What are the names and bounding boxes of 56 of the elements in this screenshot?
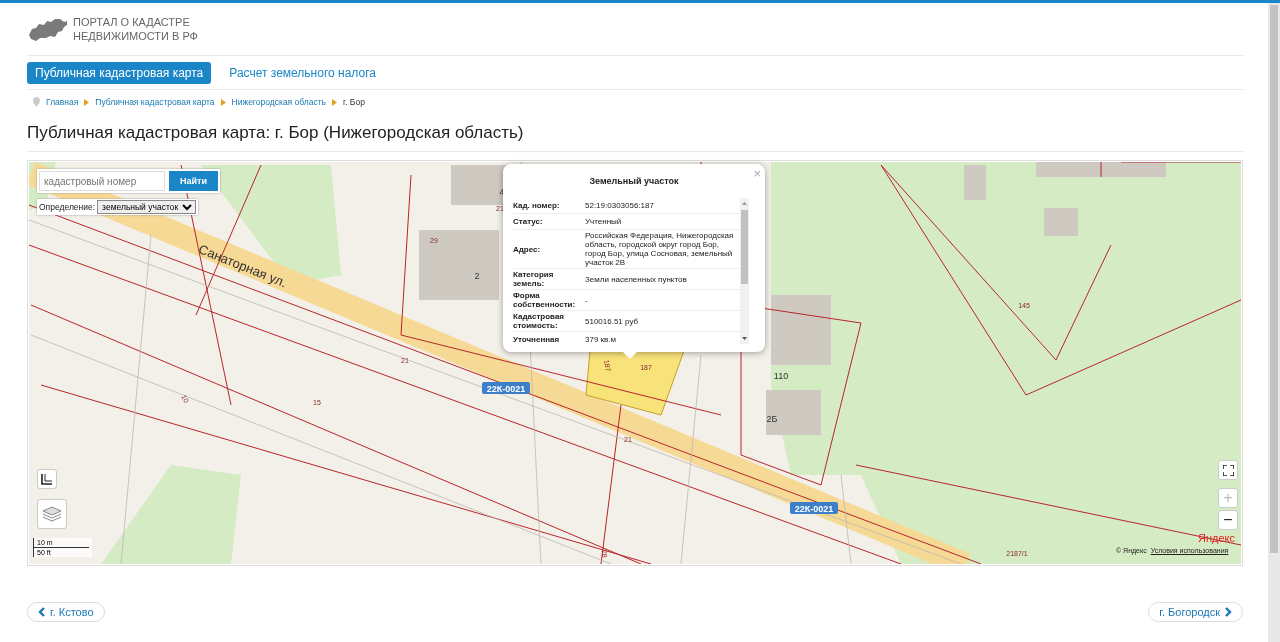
field-label: Адрес:	[513, 244, 542, 254]
field-value: Российская Федерация, Нижегородская область, городской округ город Бор, город Бор, улица Сосновая, земельный участок 2В	[585, 231, 735, 267]
chevron-right-icon	[332, 98, 338, 106]
previous-city-button[interactable]: г. Кстово	[27, 602, 105, 622]
field-label: Уточненная	[513, 335, 561, 344]
definition-label: Определение:	[39, 202, 96, 212]
breadcrumb-link[interactable]: Главная	[46, 97, 79, 107]
page-title: Публичная кадастровая карта: г. Бор (Нижегородская область)	[27, 123, 1243, 152]
field-label: Кад. номер:	[513, 201, 561, 210]
road-number-sign: 22К-0021	[482, 382, 530, 394]
nav-tab[interactable]: Расчет земельного налога	[221, 62, 384, 84]
field-value: 379 кв.м	[585, 335, 618, 344]
building	[1044, 208, 1078, 236]
chevron-right-icon	[84, 98, 90, 106]
ruler-icon	[41, 473, 53, 485]
field-value: Земли населенных пунктов	[585, 274, 688, 284]
layers-icon	[42, 506, 62, 522]
layers-button[interactable]	[37, 499, 67, 529]
building-number: 2	[474, 271, 480, 281]
location-pin-icon	[33, 97, 40, 107]
breadcrumb-link[interactable]: Публичная кадастровая карта	[95, 97, 215, 107]
field-value: 52:19:0303056:187	[585, 201, 655, 210]
building	[964, 165, 986, 200]
field-value: 510016.51 руб	[585, 316, 640, 326]
field-value: -	[585, 295, 589, 305]
find-button[interactable]: Найти	[169, 171, 218, 191]
nav-tab[interactable]: Публичная кадастровая карта	[27, 62, 212, 84]
scroll-down-icon[interactable]	[741, 336, 748, 342]
chevron-right-icon	[220, 98, 226, 106]
portal-title: ПОРТАЛ О КАДАСТРЕ НЕДВИЖИМОСТИ В РФ	[73, 15, 198, 43]
scroll-up-icon[interactable]	[741, 200, 748, 206]
search-field[interactable]: кадастровый номер	[39, 171, 165, 191]
ruler-button[interactable]	[37, 469, 57, 489]
popup-scrollbar[interactable]	[740, 198, 749, 344]
breadcrumb-link[interactable]: Нижегородская область	[231, 97, 327, 107]
field-label: Категория земель:	[513, 270, 555, 288]
chevron-left-icon	[38, 607, 45, 617]
breadcrumb-current: г. Бор	[343, 97, 365, 107]
field-label: Форма собственности:	[513, 291, 577, 309]
building	[766, 390, 821, 435]
field-label: Статус:	[513, 217, 544, 226]
yandex-logo: Яндекс	[1198, 532, 1235, 544]
road-number-sign: 22К-0021	[790, 502, 838, 514]
chevron-right-icon	[1225, 607, 1232, 617]
definition-dropdown[interactable]: земельный участок	[97, 200, 197, 214]
field-label: Кадастровая стоимость:	[513, 312, 566, 330]
page-scrollbar[interactable]	[1268, 3, 1280, 642]
building-number: 110	[773, 371, 789, 381]
popup-title: Земельный участок	[588, 176, 680, 186]
field-value: Учтенный	[585, 217, 623, 226]
fullscreen-icon	[1222, 464, 1234, 476]
next-city-button[interactable]: г. Богородск	[1148, 602, 1243, 622]
fullscreen-button[interactable]	[1218, 460, 1238, 480]
building-number: 2Б	[766, 414, 778, 424]
building	[771, 295, 831, 365]
zoom-out-button[interactable]: −	[1218, 510, 1238, 530]
